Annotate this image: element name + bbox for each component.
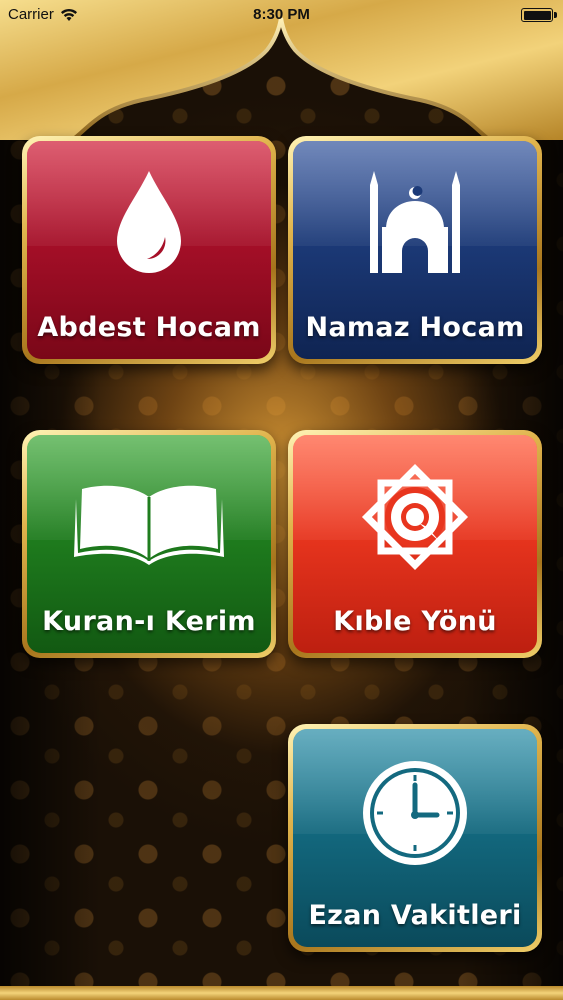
tile-label-kible: Kıble Yönü bbox=[333, 606, 497, 637]
water-drop-icon bbox=[117, 171, 181, 273]
status-time: 8:30 PM bbox=[253, 6, 310, 23]
tile-label-namaz: Namaz Hocam bbox=[305, 312, 525, 343]
clock-icon bbox=[363, 761, 467, 865]
mosque-icon bbox=[370, 171, 460, 273]
tile-label-abdest: Abdest Hocam bbox=[37, 312, 261, 343]
tile-label-kuran: Kuran-ı Kerim bbox=[42, 606, 256, 637]
compass-star-icon bbox=[361, 463, 469, 571]
battery-icon bbox=[521, 8, 557, 22]
kible-yonu-button[interactable]: Kıble Yönü bbox=[288, 430, 542, 658]
gold-bottom-border bbox=[0, 986, 563, 1000]
abdest-hocam-button[interactable]: Abdest Hocam bbox=[22, 136, 276, 364]
namaz-hocam-button[interactable]: Namaz Hocam bbox=[288, 136, 542, 364]
kuran-i-kerim-button[interactable]: Kuran-ı Kerim bbox=[22, 430, 276, 658]
status-bar: Carrier 8:30 PM bbox=[0, 0, 563, 30]
open-book-icon bbox=[74, 485, 224, 565]
ezan-vakitleri-button[interactable]: Ezan Vakitleri bbox=[288, 724, 542, 952]
tile-label-ezan: Ezan Vakitleri bbox=[308, 900, 522, 931]
